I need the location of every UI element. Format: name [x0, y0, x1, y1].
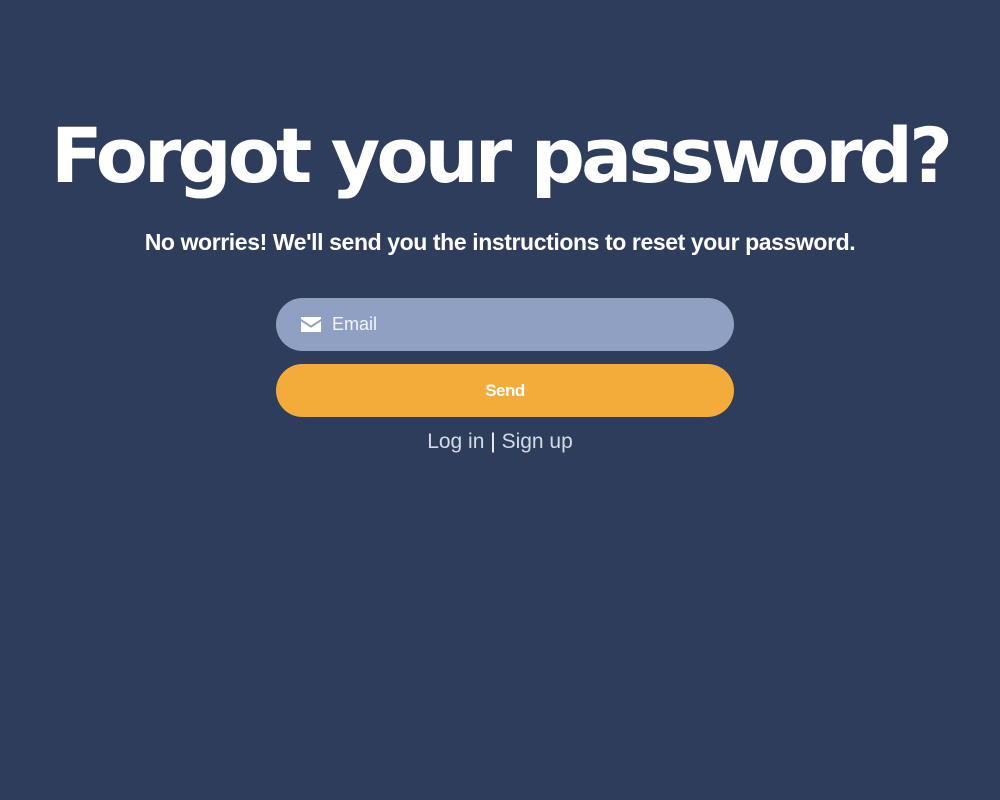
forgot-password-page: Forgot your password? No worries! We'll … [0, 0, 1000, 800]
email-input[interactable] [332, 298, 712, 351]
signup-link[interactable]: Sign up [502, 430, 573, 453]
send-button[interactable]: Send [276, 364, 734, 417]
page-title: Forgot your password? [50, 111, 953, 200]
login-link[interactable]: Log in [427, 430, 484, 453]
envelope-icon [301, 317, 321, 332]
auth-links: Log in | Sign up [0, 428, 1000, 456]
link-separator: | [490, 430, 496, 453]
page-subtitle: No worries! We'll send you the instructi… [144, 229, 856, 255]
email-field[interactable] [276, 298, 734, 351]
